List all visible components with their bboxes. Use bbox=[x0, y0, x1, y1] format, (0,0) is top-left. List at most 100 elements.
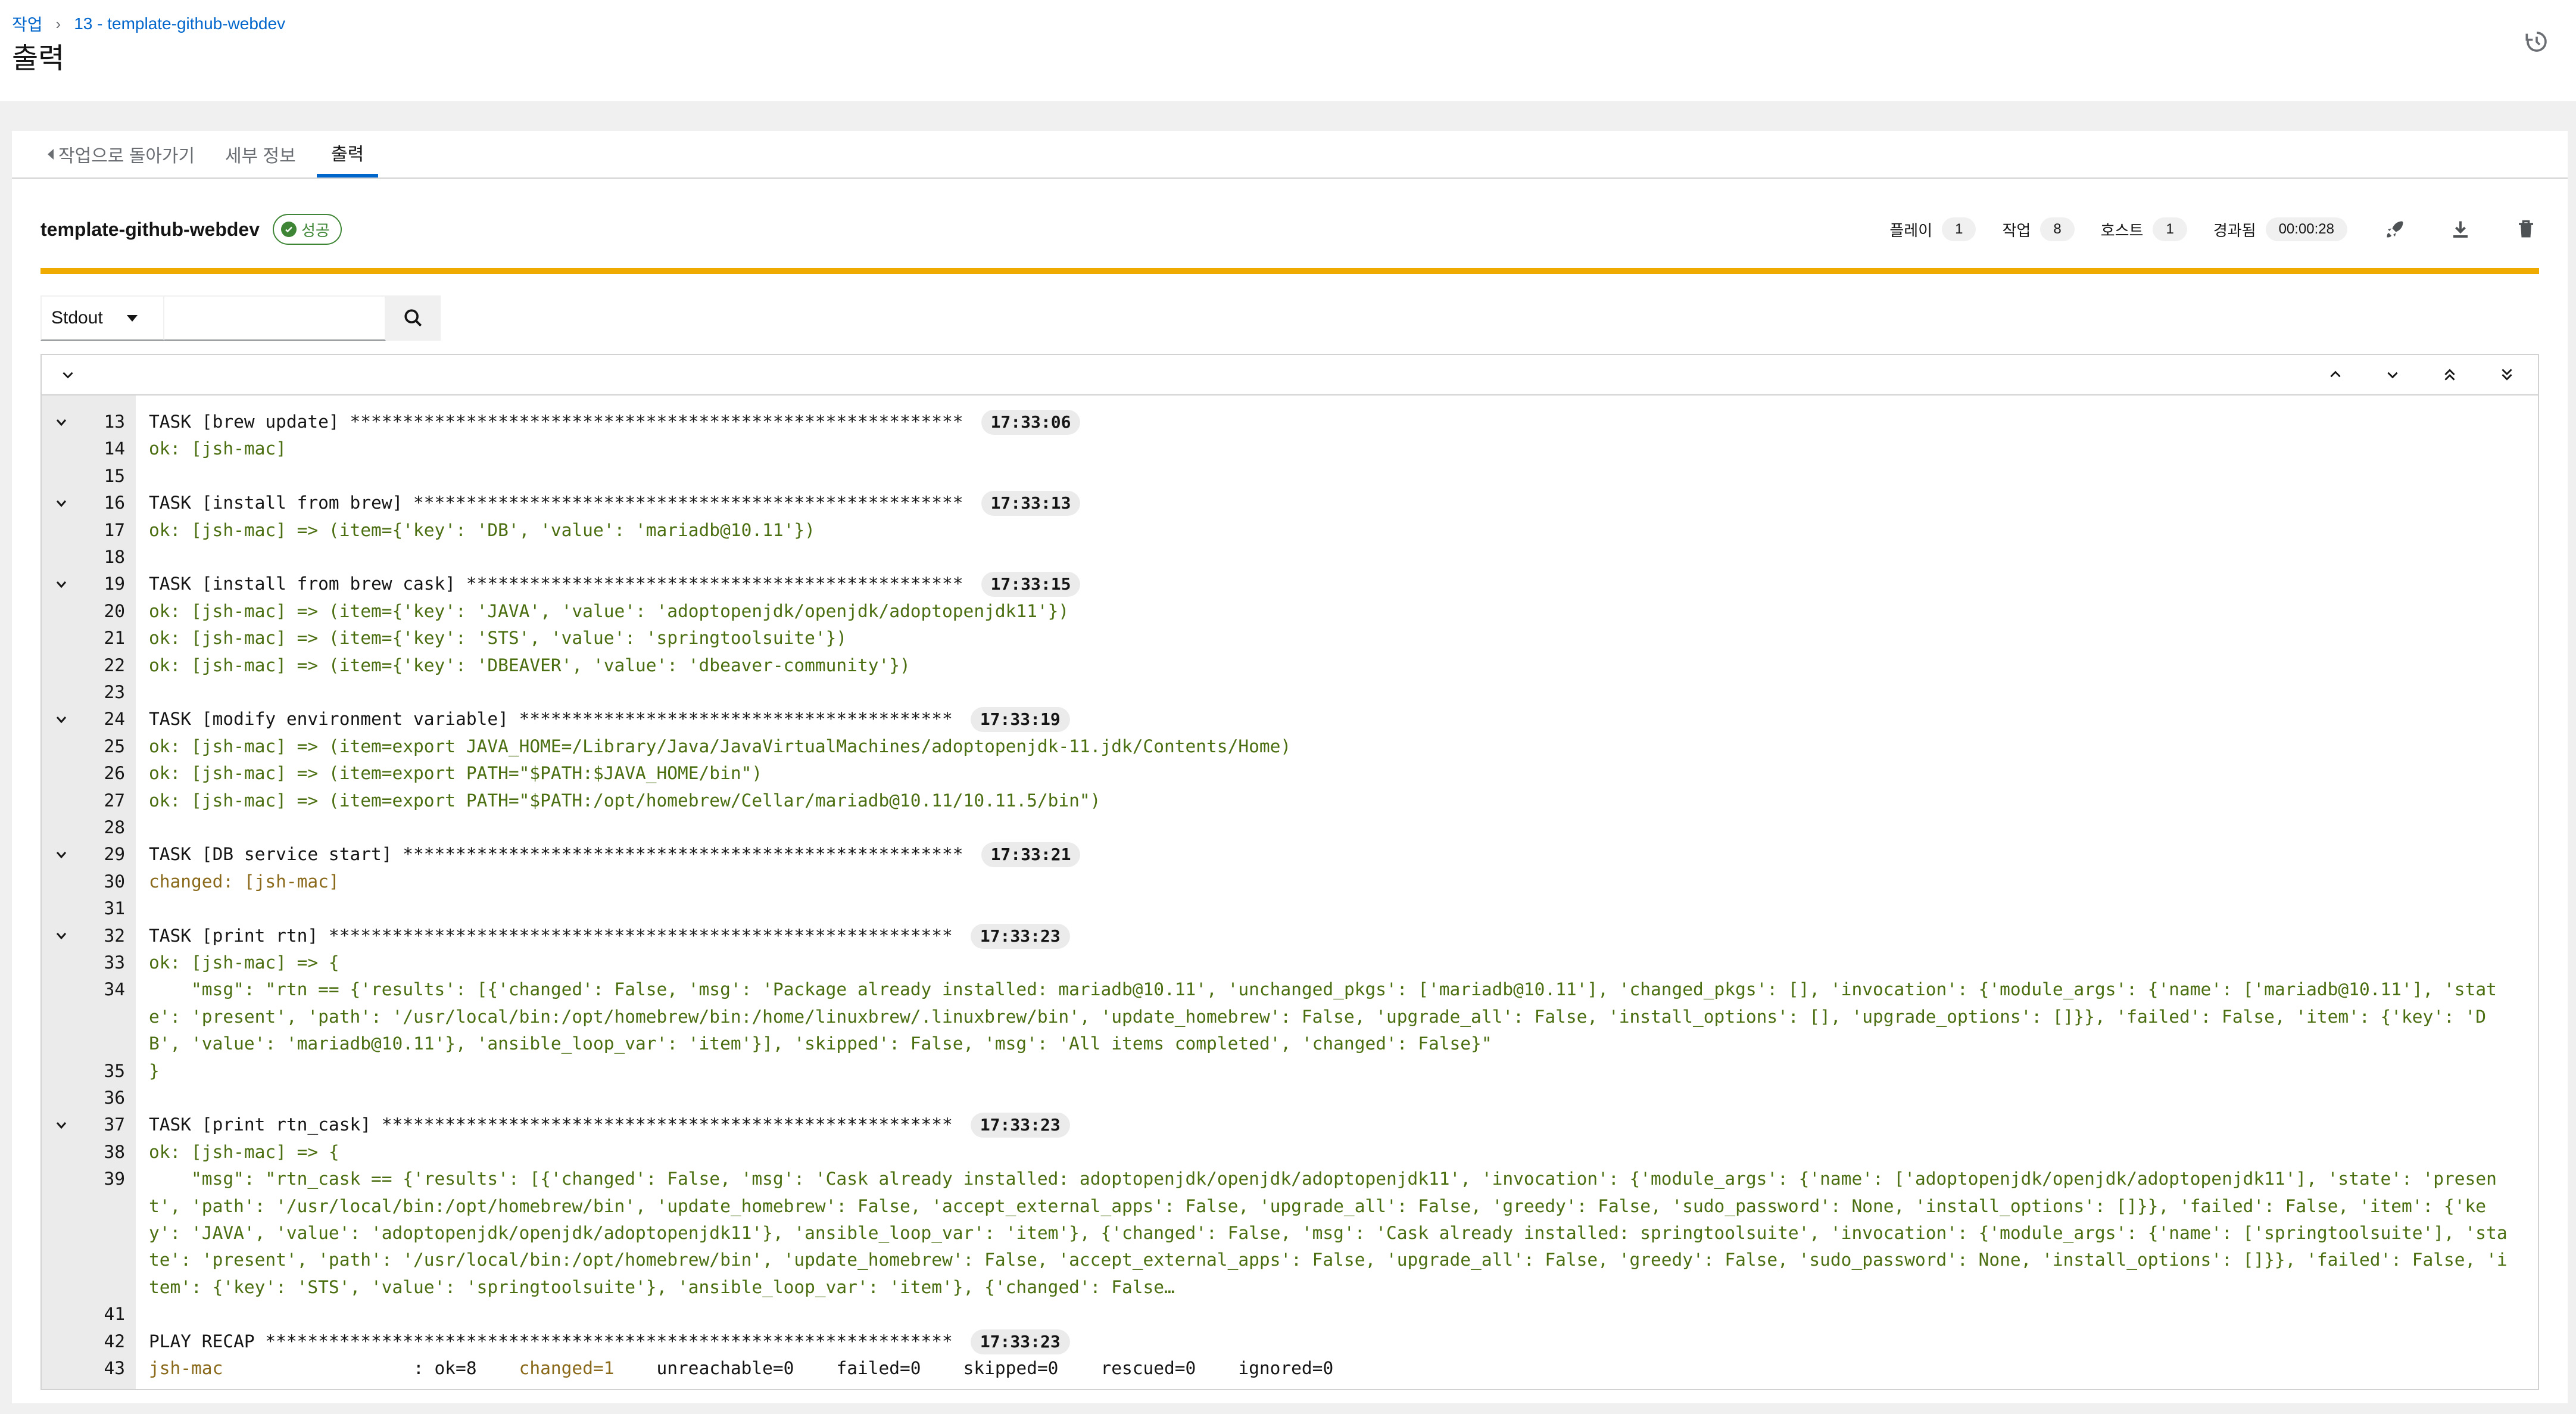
chevron-down-icon[interactable] bbox=[52, 490, 70, 516]
double-chevron-up-icon bbox=[2444, 369, 2455, 381]
line-number: 13 bbox=[104, 412, 125, 432]
job-title-row: template-github-webdev 성공 bbox=[40, 208, 342, 250]
line-content: TASK [modify environment variable] *****… bbox=[149, 709, 953, 730]
line-content: TASK [print rtn_cask] ******************… bbox=[149, 1114, 953, 1135]
line-text: ok: [jsh-mac] => { bbox=[149, 949, 2514, 976]
task-header-line[interactable]: 19 TASK [install from brew cask] ********… bbox=[42, 571, 2538, 597]
output-line: 38 ok: [jsh-mac] => { bbox=[42, 1139, 2538, 1166]
scroll-next-button[interactable] bbox=[2371, 355, 2414, 394]
line-text: ok: [jsh-mac] => (item={'key': 'DB', 'va… bbox=[149, 517, 2514, 544]
line-number: 38 bbox=[104, 1141, 125, 1162]
history-icon bbox=[2525, 32, 2547, 52]
line-number: 39 bbox=[104, 1169, 125, 1189]
line-number: 27 bbox=[104, 790, 125, 811]
line-number: 34 bbox=[104, 979, 125, 1000]
line-content: ok: [jsh-mac] => (item={'key': 'STS', 'v… bbox=[149, 628, 847, 649]
line-content: ok: [jsh-mac] => { bbox=[149, 952, 339, 973]
output-line: 20 ok: [jsh-mac] => (item={'key': 'JAVA',… bbox=[42, 598, 2538, 625]
line-text: TASK [DB service start] ****************… bbox=[149, 841, 2514, 868]
line-text: ok: [jsh-mac] => (item=export PATH="$PAT… bbox=[149, 787, 2514, 814]
recap-host: jsh-mac bbox=[149, 1358, 223, 1378]
job-name: template-github-webdev bbox=[40, 218, 260, 240]
stat-plays-value: 1 bbox=[1942, 217, 1976, 241]
line-content: TASK [install from brew] ***************… bbox=[149, 493, 963, 513]
line-text: TASK [brew update] *********************… bbox=[149, 409, 2514, 435]
chevron-down-icon bbox=[63, 372, 73, 379]
rocket-icon bbox=[2387, 221, 2403, 238]
output-line: 39 "msg": "rtn_cask == {'results': [{'ch… bbox=[42, 1166, 2538, 1301]
stat-tasks-value: 8 bbox=[2040, 217, 2075, 241]
task-timestamp: 17:33:23 bbox=[970, 1329, 1070, 1354]
chevron-down-icon[interactable] bbox=[52, 1111, 70, 1138]
delete-button[interactable] bbox=[2508, 211, 2544, 247]
collapse-all-button[interactable] bbox=[46, 355, 89, 394]
task-header-line[interactable]: 16 TASK [install from brew] *************… bbox=[42, 490, 2538, 516]
task-header-line[interactable]: 37 TASK [print rtn_cask] ****************… bbox=[42, 1111, 2538, 1138]
line-number: 24 bbox=[104, 709, 125, 730]
task-timestamp: 17:33:23 bbox=[970, 923, 1070, 949]
recap-ok: : ok=8 bbox=[223, 1358, 519, 1378]
line-content: ok: [jsh-mac] => (item=export JAVA_HOME=… bbox=[149, 736, 1292, 756]
search-type-select[interactable]: Stdout bbox=[40, 295, 164, 341]
line-number: 20 bbox=[104, 600, 125, 621]
tab-details[interactable]: 세부 정보 bbox=[211, 131, 310, 177]
tab-bar: 작업으로 돌아가기 세부 정보 출력 bbox=[12, 131, 2568, 179]
breadcrumb: 작업 › 13 - template-github-webdev bbox=[12, 11, 285, 37]
task-header-line[interactable]: 13 TASK [brew update] *******************… bbox=[42, 409, 2538, 435]
breadcrumb-job-link[interactable]: 13 - template-github-webdev bbox=[74, 14, 285, 33]
line-content: "msg": "rtn_cask == {'results': [{'chang… bbox=[149, 1169, 2508, 1297]
tab-output[interactable]: 출력 bbox=[317, 131, 379, 177]
output-line: 28 bbox=[42, 814, 2538, 841]
line-text: ok: [jsh-mac] => (item={'key': 'JAVA', '… bbox=[149, 598, 2514, 625]
task-header-line[interactable]: 29 TASK [DB service start] **************… bbox=[42, 841, 2538, 868]
line-number: 14 bbox=[104, 438, 125, 459]
recap-rest: unreachable=0 failed=0 skipped=0 rescued… bbox=[614, 1358, 1334, 1378]
line-number: 16 bbox=[104, 493, 125, 513]
breadcrumb-jobs-link[interactable]: 작업 bbox=[12, 12, 43, 36]
line-number: 26 bbox=[104, 763, 125, 784]
chevron-down-icon[interactable] bbox=[52, 571, 70, 597]
line-text: TASK [print rtn] ***********************… bbox=[149, 923, 2514, 949]
line-content: ok: [jsh-mac] => { bbox=[149, 1141, 339, 1162]
line-number: 43 bbox=[104, 1358, 125, 1378]
output-line: 42 PLAY RECAP ***************************… bbox=[42, 1328, 2538, 1355]
scroll-previous-button[interactable] bbox=[2314, 355, 2357, 394]
line-content: PLAY RECAP *****************************… bbox=[149, 1331, 953, 1351]
task-header-line[interactable]: 24 TASK [modify environment variable] ***… bbox=[42, 706, 2538, 733]
output-line: 36 bbox=[42, 1085, 2538, 1111]
search-button[interactable] bbox=[386, 295, 441, 341]
status-badge: 성공 bbox=[273, 214, 342, 245]
line-number: 19 bbox=[104, 574, 125, 594]
chevron-down-icon[interactable] bbox=[52, 841, 70, 868]
output-line: 18 bbox=[42, 544, 2538, 571]
task-timestamp: 17:33:06 bbox=[981, 410, 1081, 435]
download-button[interactable] bbox=[2443, 211, 2478, 247]
output-line: 17 ok: [jsh-mac] => (item={'key': 'DB', '… bbox=[42, 517, 2538, 544]
line-text: ok: [jsh-mac] bbox=[149, 435, 2514, 462]
scroll-first-button[interactable] bbox=[2428, 355, 2471, 394]
output-toolbar bbox=[42, 355, 2538, 395]
history-button[interactable] bbox=[2521, 26, 2552, 57]
task-header-line[interactable]: 32 TASK [print rtn] *********************… bbox=[42, 923, 2538, 949]
task-timestamp: 17:33:23 bbox=[970, 1113, 1070, 1138]
line-number: 41 bbox=[104, 1304, 125, 1325]
stat-hosts-label: 호스트 bbox=[2100, 221, 2144, 239]
search-input[interactable] bbox=[164, 295, 386, 341]
scroll-last-button[interactable] bbox=[2485, 355, 2528, 394]
line-content: "msg": "rtn == {'results': [{'changed': … bbox=[149, 979, 2497, 1054]
output-line: 27 ok: [jsh-mac] => (item=export PATH="$P… bbox=[42, 787, 2538, 814]
line-content: TASK [DB service start] ****************… bbox=[149, 844, 963, 865]
chevron-down-icon[interactable] bbox=[52, 706, 70, 733]
line-text: PLAY RECAP *****************************… bbox=[149, 1328, 2514, 1355]
chevron-down-icon[interactable] bbox=[52, 409, 70, 435]
chevron-down-icon[interactable] bbox=[52, 923, 70, 949]
line-content: ok: [jsh-mac] => (item=export PATH="$PAT… bbox=[149, 763, 763, 784]
relaunch-button[interactable] bbox=[2377, 211, 2413, 247]
line-text: jsh-mac : ok=8 changed=1 unreachable=0 f… bbox=[149, 1355, 2514, 1382]
line-content: changed: [jsh-mac] bbox=[149, 871, 339, 892]
task-timestamp: 17:33:13 bbox=[981, 491, 1081, 516]
progress-bar bbox=[40, 268, 2539, 274]
tab-back-to-jobs[interactable]: 작업으로 돌아가기 bbox=[33, 131, 209, 177]
line-text: ok: [jsh-mac] => (item={'key': 'STS', 'v… bbox=[149, 625, 2514, 652]
chevron-up-icon bbox=[2330, 370, 2341, 378]
